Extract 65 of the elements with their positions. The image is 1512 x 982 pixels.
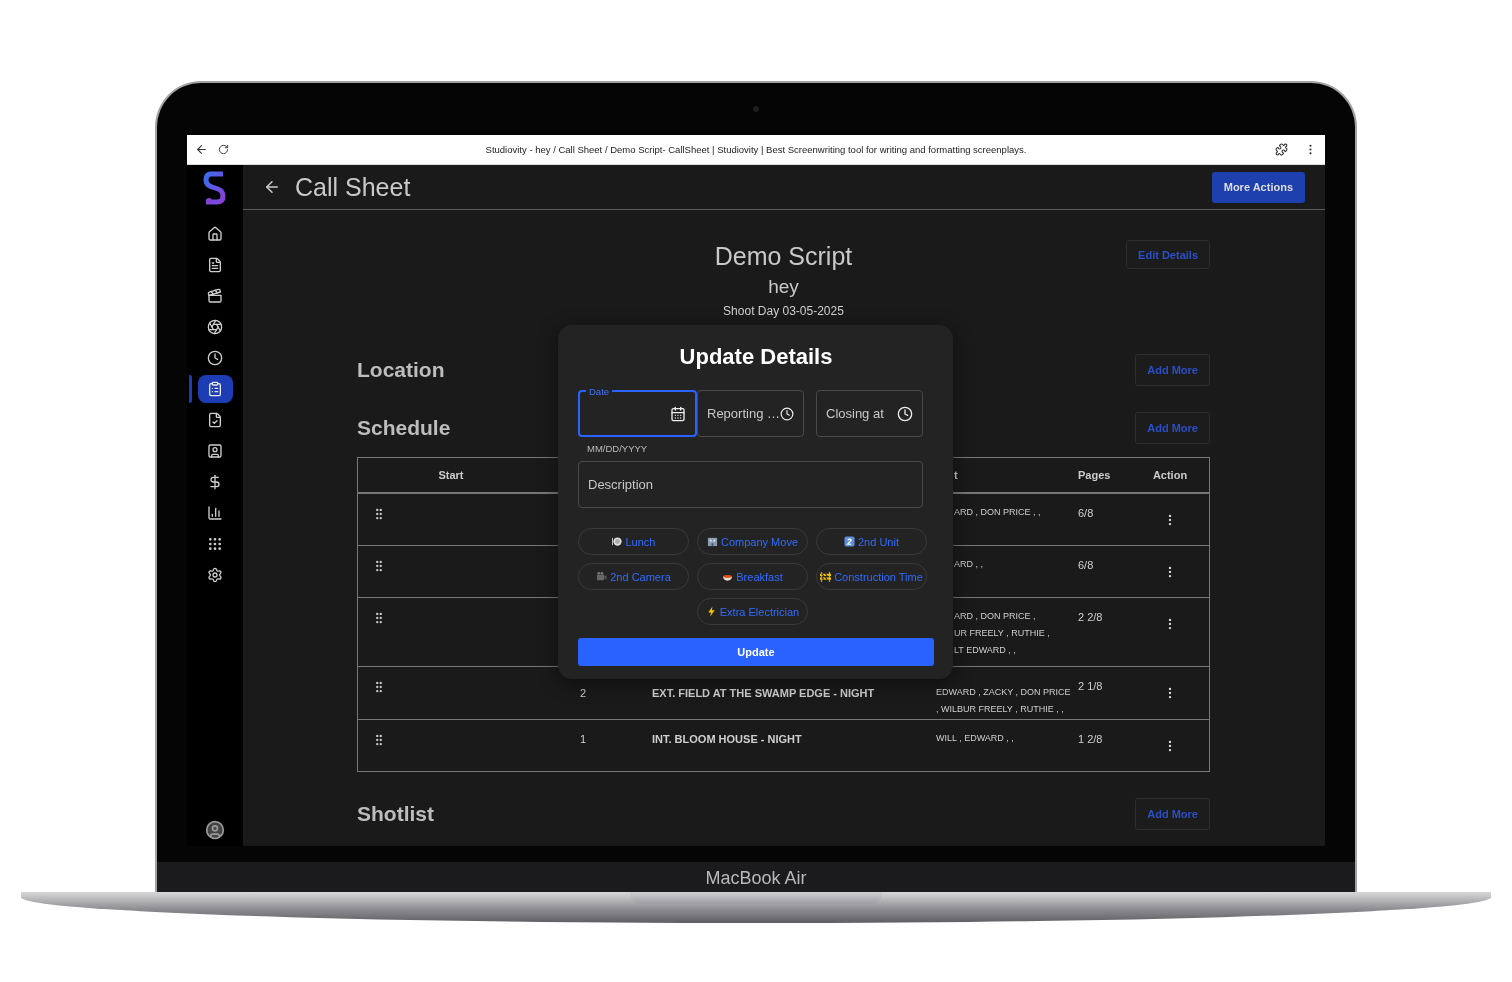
clock-icon[interactable] xyxy=(780,405,794,422)
grid-icon xyxy=(207,536,223,552)
section-title: Shotlist xyxy=(357,802,434,826)
scene-number: 1 xyxy=(580,733,587,746)
scene-number: 2 xyxy=(580,687,587,700)
cast-list: ARD , DON PRICE , , xyxy=(954,504,1041,521)
cast-list: ARD , , xyxy=(954,556,983,573)
page-title: Studiovity - hey / Call Sheet / Demo Script- CallSheet | Studiovity | Best Screenwriting tool for writing and formatting screenplays. xyxy=(484,144,1028,155)
dollar-icon xyxy=(207,474,223,490)
section-title: Schedule xyxy=(357,416,451,440)
extension-icon[interactable] xyxy=(1275,143,1288,156)
add-more-button[interactable]: Add More xyxy=(1135,412,1210,444)
clapperboard-icon xyxy=(207,288,223,304)
contact-card-icon xyxy=(207,443,223,459)
dialog-title: Update Details xyxy=(679,345,833,369)
keycap-icon xyxy=(844,536,855,547)
column-header: Action xyxy=(1152,469,1188,481)
cast-list: WILL , EDWARD , , xyxy=(936,730,1014,747)
edit-details-button[interactable]: Edit Details xyxy=(1126,240,1210,269)
column-header: Start xyxy=(438,469,464,481)
active-indicator xyxy=(188,375,192,403)
file-check-icon xyxy=(207,412,223,428)
add-more-button[interactable]: Add More xyxy=(1135,798,1210,830)
description-field[interactable]: Description xyxy=(578,461,923,508)
camera-dot xyxy=(753,106,759,112)
plate-icon xyxy=(611,536,623,547)
cast-list: EDWARD , ZACKY , DON PRICE , WILBUR FREELY , RUTHIE , , xyxy=(936,684,1071,718)
settings-icon xyxy=(207,567,223,583)
update-button[interactable]: Update xyxy=(578,638,934,666)
clock-icon xyxy=(207,350,223,366)
time-field[interactable]: Reporting … xyxy=(697,390,804,437)
reload-icon[interactable] xyxy=(218,144,229,155)
cast-list: ARD , DON PRICE , UR FREELY , RUTHIE , LT EDWARD , , xyxy=(954,608,1050,659)
aperture-icon xyxy=(207,319,223,335)
column-header: t xyxy=(954,469,958,481)
barrier-icon xyxy=(820,571,832,582)
document-icon xyxy=(207,257,223,273)
device-label: MacBook Air xyxy=(705,867,807,890)
camera-icon xyxy=(596,571,608,582)
section-title: Location xyxy=(357,358,445,382)
page-heading: Call Sheet xyxy=(295,172,412,202)
clipboard-icon xyxy=(207,381,223,397)
page-count: 1 2/8 xyxy=(1078,733,1103,746)
back-icon[interactable] xyxy=(195,143,208,156)
more-actions-button[interactable]: More Actions xyxy=(1211,171,1305,203)
scene-heading: INT. BLOOM HOUSE - NIGHT xyxy=(652,733,802,746)
scene-heading: EXT. FIELD AT THE SWAMP EDGE - NIGHT xyxy=(652,687,875,700)
page-count: 6/8 xyxy=(1078,559,1094,572)
avatar-icon[interactable] xyxy=(205,820,225,840)
building-icon xyxy=(706,536,718,547)
bar-chart-icon xyxy=(207,505,223,521)
page-count: 2 2/8 xyxy=(1078,611,1103,624)
script-title: Demo Script xyxy=(714,241,853,272)
helper-text: MM/DD/YYYY xyxy=(587,443,649,455)
script-subtitle: hey xyxy=(768,275,799,299)
logo-icon xyxy=(203,171,227,205)
time-field[interactable]: Closing at xyxy=(816,390,923,437)
column-header: Pages xyxy=(1078,469,1111,481)
shoot-day: Shoot Day 03-05-2025 xyxy=(723,302,844,320)
page-count: 6/8 xyxy=(1078,507,1094,520)
calendar-icon[interactable] xyxy=(670,405,686,422)
page-count: 2 1/8 xyxy=(1078,680,1103,693)
clock-icon[interactable] xyxy=(897,405,913,422)
home-icon xyxy=(207,226,223,242)
add-more-button[interactable]: Add More xyxy=(1135,354,1210,386)
